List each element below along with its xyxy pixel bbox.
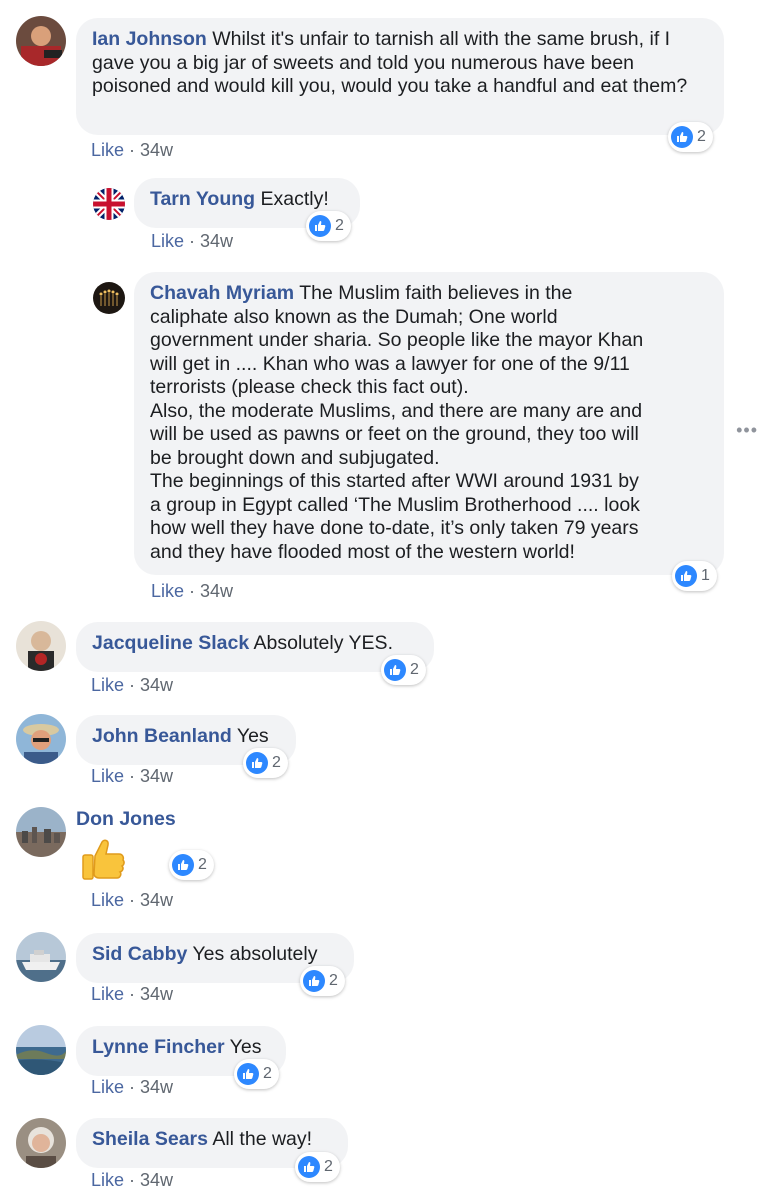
avatar[interactable] (16, 621, 66, 671)
avatar[interactable] (93, 188, 125, 220)
reaction-number: 2 (198, 856, 207, 873)
comment-actions: Like · 34w (91, 766, 174, 786)
commenter-name[interactable]: Jacqueline Slack (92, 632, 249, 654)
commenter-name[interactable]: Sheila Sears (92, 1128, 208, 1150)
comment-line: be brought down and subjugated. (150, 446, 440, 469)
thumbs-up-icon (298, 1156, 320, 1178)
thumbs-up-emoji (79, 836, 127, 889)
reaction-count[interactable]: 2 (306, 211, 351, 241)
reaction-number: 2 (263, 1065, 272, 1082)
timestamp[interactable]: 34w (140, 1077, 173, 1097)
reaction-count[interactable]: 2 (300, 966, 345, 996)
reaction-number: 2 (324, 1158, 333, 1175)
comment-line: caliphate also known as the Dumah; One w… (150, 305, 558, 328)
like-link[interactable]: Like (91, 984, 124, 1004)
reaction-count[interactable]: 2 (295, 1152, 340, 1182)
commenter-name[interactable]: Lynne Fincher (92, 1036, 225, 1058)
reaction-count[interactable]: 1 (672, 561, 717, 591)
comment-line: Also, the moderate Muslims, and there ar… (150, 399, 643, 422)
reaction-number: 2 (697, 128, 706, 145)
comment-actions: Like · 34w (91, 140, 174, 160)
avatar[interactable] (93, 282, 125, 314)
like-link[interactable]: Like (91, 890, 124, 910)
comment-line: will get in .... Khan who was a lawyer f… (150, 352, 630, 375)
comment-line: how well they have done to-date, it’s on… (150, 517, 639, 539)
timestamp[interactable]: 34w (140, 675, 173, 695)
like-link[interactable]: Like (91, 1077, 124, 1097)
reaction-count[interactable]: 2 (668, 122, 713, 152)
comment-actions: Like · 34w (91, 1077, 174, 1097)
timestamp[interactable]: 34w (140, 890, 173, 910)
thumbs-up-icon (675, 565, 697, 587)
comment-text: Yes (236, 725, 269, 747)
thumbs-up-icon (246, 752, 268, 774)
commenter-name[interactable]: Sid Cabby (92, 943, 187, 965)
comment-bubble: Ian Johnson Whilst it's unfair to tarnis… (76, 18, 724, 135)
commenter-name[interactable]: John Beanland (92, 725, 232, 747)
like-link[interactable]: Like (91, 140, 124, 160)
comment-text: Yes absolutely (192, 943, 318, 965)
comment-line: The Muslim faith believes in the (299, 282, 573, 304)
reaction-number: 2 (329, 972, 338, 989)
comment-bubble: Jacqueline Slack Absolutely YES. (76, 622, 434, 672)
like-link[interactable]: Like (91, 766, 124, 786)
comment-text: Exactly! (260, 188, 329, 210)
comment-line: government under sharia. So people like … (150, 329, 644, 351)
comment-actions: Like · 34w (91, 890, 174, 910)
reaction-count[interactable]: 2 (169, 850, 214, 880)
comment-line: and they have flooded most of the wester… (150, 540, 575, 563)
thumbs-up-icon (303, 970, 325, 992)
reaction-count[interactable]: 2 (243, 748, 288, 778)
avatar[interactable] (16, 932, 66, 982)
commenter-name[interactable]: Ian Johnson (92, 28, 207, 50)
comment-line: a group in Egypt called ‘The Muslim Brot… (150, 493, 640, 516)
reaction-number: 2 (335, 217, 344, 234)
thumbs-up-icon (384, 659, 406, 681)
avatar[interactable] (16, 1118, 66, 1168)
comment-actions: Like · 34w (151, 231, 234, 251)
reaction-count[interactable]: 2 (234, 1059, 279, 1089)
comment-bubble: Chavah Myriam The Muslim faith believes … (134, 272, 724, 575)
commenter-name[interactable]: Tarn Young (150, 188, 255, 210)
avatar[interactable] (16, 16, 66, 66)
comment-line: will be used as pawns or feet on the gro… (150, 423, 639, 445)
thumbs-up-icon (309, 215, 331, 237)
timestamp[interactable]: 34w (200, 231, 233, 251)
comment-line: The beginnings of this started after WWI… (150, 470, 639, 492)
comment-actions: Like · 34w (151, 581, 234, 601)
timestamp[interactable]: 34w (140, 140, 173, 160)
commenter-name[interactable]: Chavah Myriam (150, 282, 294, 304)
avatar[interactable] (16, 714, 66, 764)
like-link[interactable]: Like (91, 1170, 124, 1190)
thumbs-up-icon (237, 1063, 259, 1085)
comment-text: Yes (229, 1036, 262, 1058)
more-options-icon[interactable]: ••• (736, 420, 758, 441)
thumbs-up-icon (172, 854, 194, 876)
comment-actions: Like · 34w (91, 984, 174, 1004)
reaction-number: 2 (410, 661, 419, 678)
comment-actions: Like · 34w (91, 675, 174, 695)
comment-text: All the way! (212, 1128, 313, 1150)
reaction-number: 2 (272, 754, 281, 771)
avatar[interactable] (16, 1025, 66, 1075)
thumbs-up-icon (671, 126, 693, 148)
comment-line: terrorists (please check this fact out). (150, 376, 469, 398)
timestamp[interactable]: 34w (140, 1170, 173, 1190)
comment-text: Absolutely YES. (253, 632, 393, 654)
like-link[interactable]: Like (91, 675, 124, 695)
reaction-count[interactable]: 2 (381, 655, 426, 685)
timestamp[interactable]: 34w (140, 984, 173, 1004)
timestamp[interactable]: 34w (140, 766, 173, 786)
reaction-number: 1 (701, 567, 710, 584)
comment-actions: Like · 34w (91, 1170, 174, 1190)
like-link[interactable]: Like (151, 231, 184, 251)
like-link[interactable]: Like (151, 581, 184, 601)
commenter-name[interactable]: Don Jones (76, 808, 176, 831)
avatar[interactable] (16, 807, 66, 857)
timestamp[interactable]: 34w (200, 581, 233, 601)
